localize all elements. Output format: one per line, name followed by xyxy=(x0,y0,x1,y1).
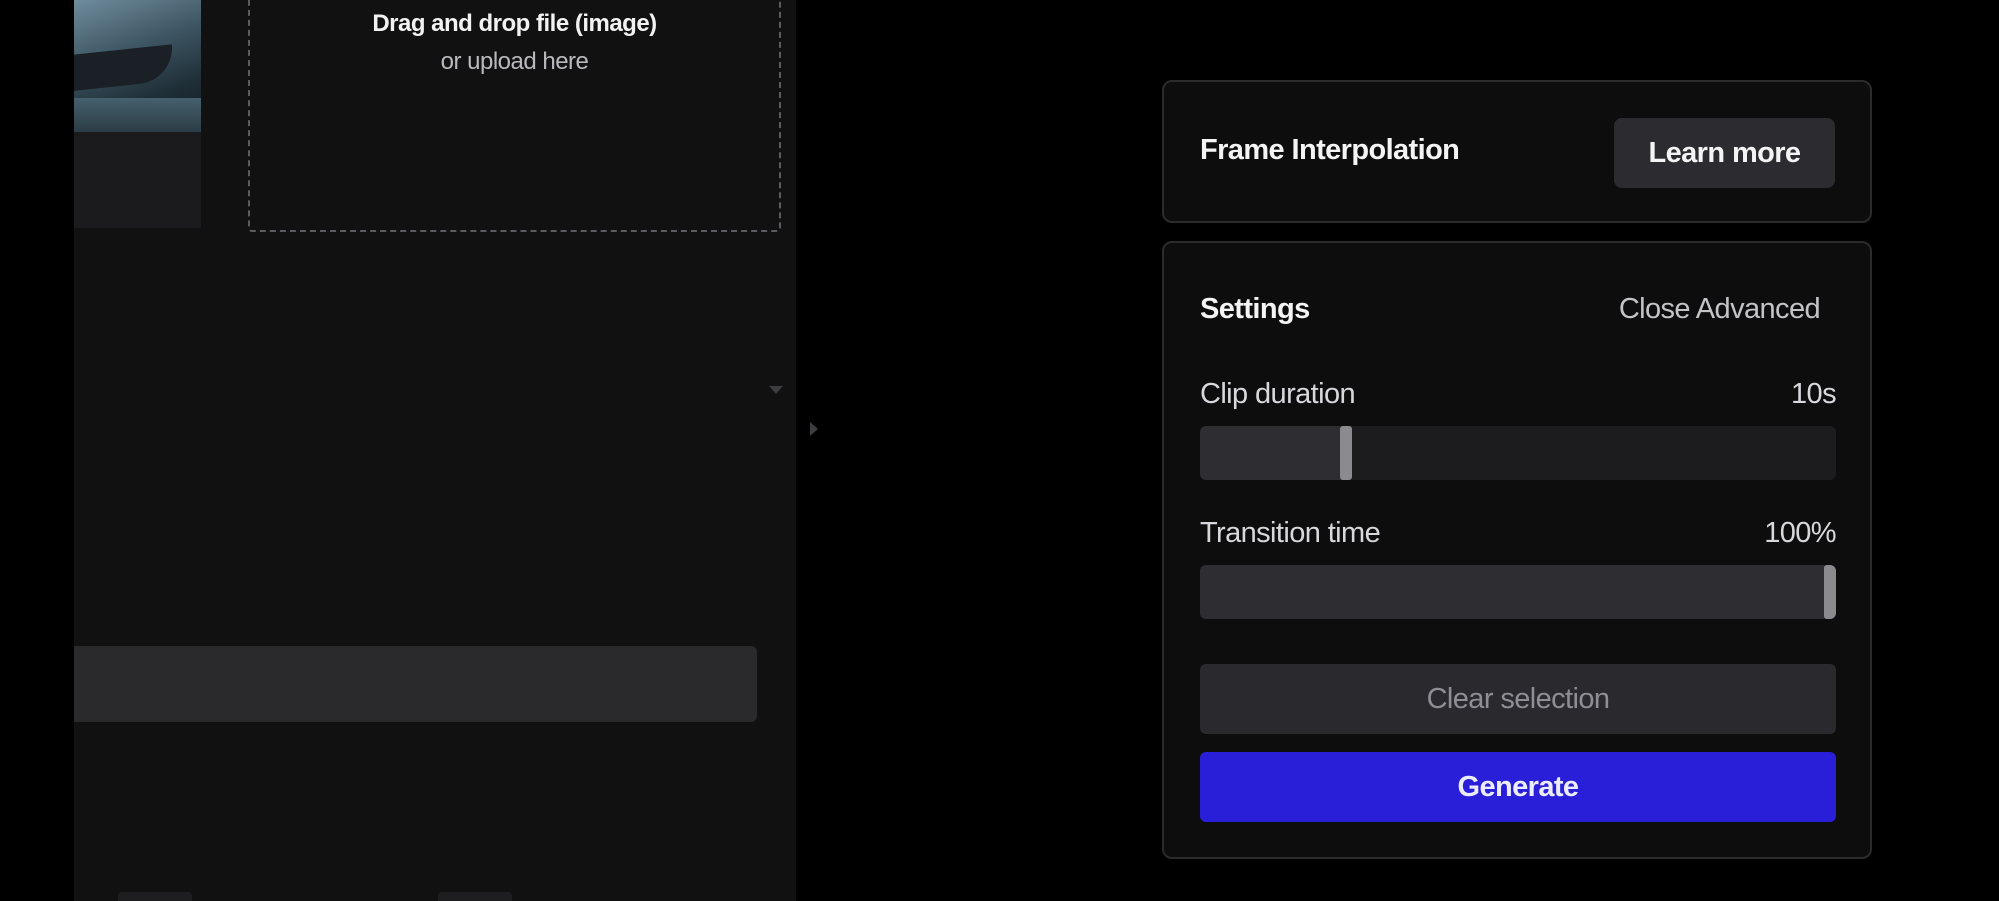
thumbnail-water xyxy=(74,98,201,132)
transition-time-value: 100% xyxy=(1764,517,1836,549)
clip-duration-fill xyxy=(1200,426,1347,480)
clip-duration-value: 10s xyxy=(1791,378,1837,410)
dropzone-title: Drag and drop file (image) xyxy=(372,10,657,37)
generate-button[interactable]: Generate xyxy=(1200,752,1836,822)
transition-time-handle[interactable] xyxy=(1824,565,1836,619)
frame-interpolation-card: Frame Interpolation Learn more xyxy=(1162,80,1872,223)
thumbnail-boat xyxy=(74,44,176,92)
bottom-tab-handle[interactable] xyxy=(438,892,512,901)
settings-title: Settings xyxy=(1200,293,1310,325)
clear-selection-button[interactable]: Clear selection xyxy=(1200,664,1836,734)
settings-card: Settings Close Advanced Clip duration 10… xyxy=(1162,241,1872,859)
clip-duration-handle[interactable] xyxy=(1340,426,1353,480)
left-panel: Drag and drop file (image) or upload her… xyxy=(74,0,818,901)
image-thumbnail[interactable] xyxy=(74,0,201,132)
upload-dropzone[interactable]: Drag and drop file (image) or upload her… xyxy=(248,0,781,232)
learn-more-button[interactable]: Learn more xyxy=(1614,118,1835,188)
chevron-right-icon[interactable] xyxy=(810,422,818,436)
transition-time-label: Transition time xyxy=(1200,517,1381,549)
prompt-input-bar[interactable] xyxy=(74,646,757,722)
bottom-tab-handle[interactable] xyxy=(118,892,192,901)
app-window: Drag and drop file (image) or upload her… xyxy=(0,0,1999,901)
close-advanced-link[interactable]: Close Advanced xyxy=(1619,293,1821,326)
frame-interpolation-title: Frame Interpolation xyxy=(1200,134,1460,166)
transition-time-slider[interactable] xyxy=(1200,565,1836,619)
upload-link[interactable]: or upload here xyxy=(250,48,779,76)
clip-duration-slider[interactable] xyxy=(1200,426,1836,480)
chevron-down-icon[interactable] xyxy=(769,386,783,394)
thumbnail-caption-area xyxy=(74,132,201,228)
clip-duration-label: Clip duration xyxy=(1200,378,1356,410)
transition-time-fill xyxy=(1200,565,1830,619)
